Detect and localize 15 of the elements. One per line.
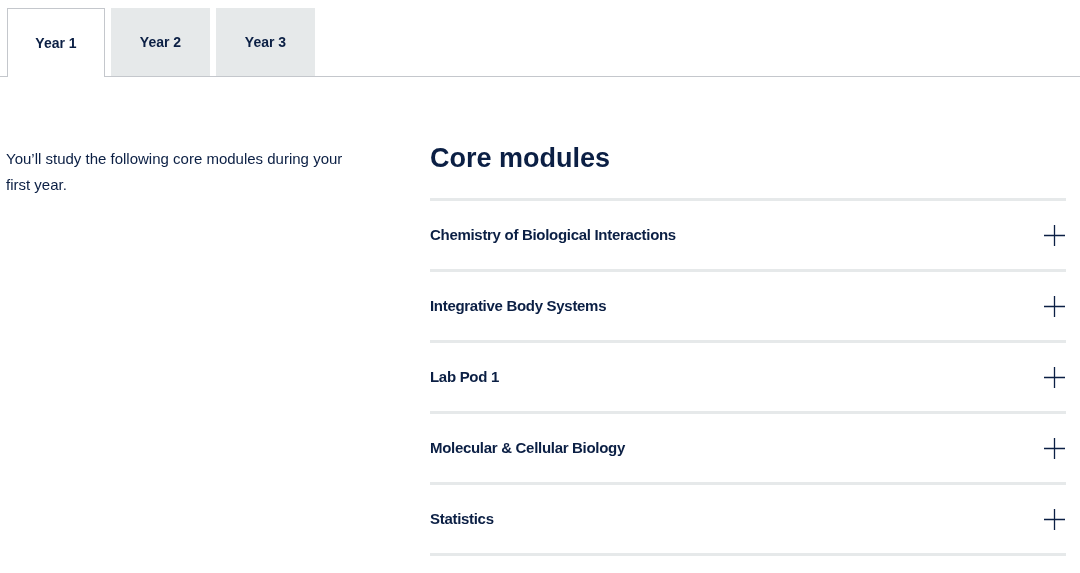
plus-icon [1044,437,1065,459]
plus-icon [1044,508,1065,530]
year-tab[interactable]: Year 3 [216,8,315,76]
module-accordion-item[interactable]: Statistics [430,482,1066,553]
module-accordion-item[interactable]: Integrative Body Systems [430,269,1066,340]
module-accordion-item[interactable]: Molecular & Cellular Biology [430,411,1066,482]
intro-text: You’ll study the following core modules during your first year. [6,149,344,195]
module-accordion-item[interactable]: Chemistry of Biological Interactions [430,198,1066,269]
plus-icon [1044,366,1065,388]
year-tab[interactable]: Year 1 [7,8,105,77]
section-heading: Core modules [430,143,612,173]
module-accordion-item[interactable]: Lab Pod 1 [430,340,1066,411]
plus-icon [1044,295,1065,317]
plus-icon [1044,224,1065,246]
year-tab[interactable]: Year 2 [111,8,210,76]
